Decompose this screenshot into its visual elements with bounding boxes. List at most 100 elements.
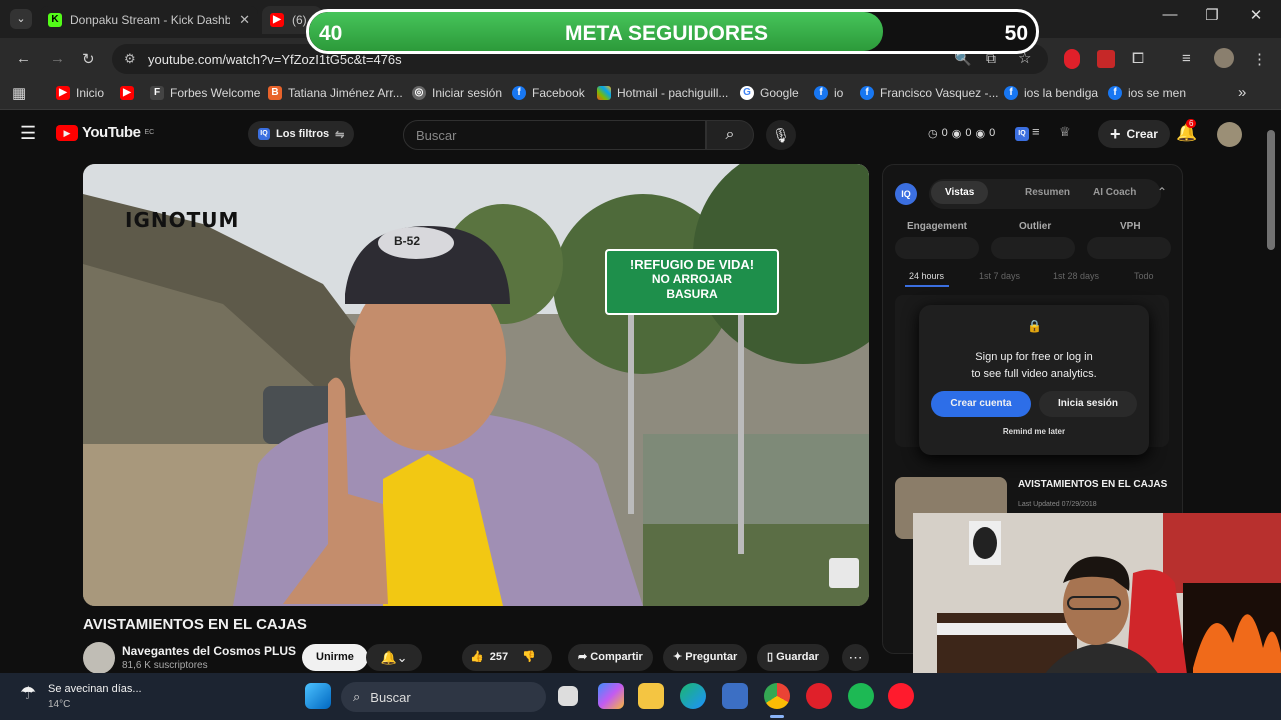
bookmark-francisco[interactable]: f Francisco Vasquez -... — [860, 86, 999, 100]
save-button[interactable]: ▯ Guardar — [757, 644, 829, 671]
create-label: Crear — [1126, 127, 1158, 141]
video-player[interactable]: IGNOTUM B-52 !REFUGIO DE VIDA! NO ARROJA… — [83, 164, 869, 606]
logo-text: YouTube — [82, 124, 141, 141]
filters-button[interactable]: IQ Los filtros ⇋ — [248, 121, 355, 147]
range-7d[interactable]: 1st 7 days — [979, 271, 1020, 281]
taskbar-search[interactable]: ⌕ Buscar — [341, 682, 546, 712]
range-all[interactable]: Todo — [1134, 271, 1154, 281]
forward-icon[interactable]: → — [50, 50, 65, 67]
range-24h[interactable]: 24 hours — [909, 271, 944, 281]
stat-value: 0 — [965, 127, 972, 139]
search-input[interactable]: Buscar — [403, 120, 706, 150]
edge-icon[interactable] — [680, 683, 706, 709]
more-actions-button[interactable]: ⋯ — [842, 644, 869, 671]
remind-later-link[interactable]: Remind me later — [919, 427, 1149, 436]
iq-icon[interactable]: IQ — [1015, 127, 1029, 141]
bookmark-google[interactable]: G Google — [740, 86, 799, 100]
apps-grid-icon[interactable]: ▦ — [12, 84, 26, 102]
signup-line: to see full video analytics. — [971, 368, 1097, 380]
copilot-icon[interactable] — [598, 683, 624, 709]
app-red-icon[interactable] — [806, 683, 832, 709]
subscribe-bell-button[interactable]: 🔔⌄ — [366, 644, 422, 671]
bookmark-label: Forbes Welcome — [170, 86, 261, 100]
youtube-play-icon: ▶ — [56, 124, 78, 141]
range-active-indicator — [905, 285, 949, 287]
channel-avatar[interactable] — [83, 642, 115, 674]
analytics-tabs: Vistas Resumen AI Coach — [929, 179, 1161, 209]
menu-icon[interactable]: ⋮ — [1252, 50, 1267, 68]
bookmark-iniciar-sesion[interactable]: ◎ Iniciar sesión — [412, 86, 502, 100]
tab-kick-dashboard[interactable]: K Donpaku Stream - Kick Dashbo ✕ — [40, 6, 258, 34]
join-button[interactable]: Unirme — [302, 644, 368, 671]
bookmark-label: Facebook — [532, 86, 585, 100]
file-explorer-icon[interactable] — [638, 683, 664, 709]
reload-icon[interactable]: ↻ — [82, 50, 95, 68]
ask-button[interactable]: ✦ Preguntar — [663, 644, 748, 671]
dislike-icon[interactable]: 👎 — [522, 644, 536, 671]
spotify-icon[interactable] — [848, 683, 874, 709]
globe-icon: ◎ — [412, 86, 426, 100]
goal-current: 40 — [319, 22, 343, 45]
tab-vistas[interactable]: Vistas — [931, 181, 989, 204]
eye-icon: ◉ — [975, 128, 986, 140]
create-account-button[interactable]: Crear cuenta — [931, 391, 1031, 417]
metric-label: Engagement — [907, 221, 968, 232]
weather-title[interactable]: Se avecinan días... — [48, 683, 142, 695]
create-button[interactable]: + Crear — [1098, 120, 1170, 148]
search-icon: ⌕ — [353, 689, 361, 704]
sliders-icon: ⇋ — [335, 128, 345, 141]
youtube-logo[interactable]: ▶ YouTube EC — [56, 124, 154, 141]
collapse-icon[interactable]: ⌃ — [1157, 185, 1167, 199]
extensions-puzzle-icon[interactable]: ⧠ — [1132, 50, 1144, 67]
minimize-icon[interactable]: — — [1150, 6, 1190, 23]
stat-value: 0 — [989, 127, 996, 139]
bookmark-tatiana[interactable]: B Tatiana Jiménez Arr... — [268, 86, 403, 100]
bookmark-ios-la-bendiga[interactable]: f ios la bendiga — [1004, 86, 1098, 100]
facebook-icon: f — [512, 86, 526, 100]
tab-title: (6) — [292, 13, 307, 27]
share-button[interactable]: ➦ Compartir — [568, 644, 653, 671]
close-window-icon[interactable]: ✕ — [1236, 6, 1276, 24]
profile-avatar[interactable] — [1214, 48, 1234, 68]
extension-shield-icon[interactable] — [1064, 49, 1080, 69]
chrome-icon[interactable] — [764, 683, 790, 709]
maximize-icon[interactable]: ❐ — [1192, 6, 1232, 24]
account-avatar[interactable] — [1217, 122, 1242, 147]
search-icon: ⌕ — [725, 126, 735, 143]
bookmark-inicio[interactable]: ▶ Inicio — [56, 86, 104, 100]
windows-start-icon[interactable] — [305, 683, 331, 709]
bookmark-ios-se-men[interactable]: f ios se men — [1108, 86, 1186, 100]
award-icon[interactable]: ♕ — [1059, 124, 1071, 140]
voice-search-button[interactable]: 🎙 — [766, 120, 796, 150]
tab-ai-coach[interactable]: AI Coach — [1079, 181, 1150, 204]
task-view-icon[interactable] — [558, 686, 578, 706]
back-icon[interactable]: ← — [16, 50, 31, 67]
close-tab-icon[interactable]: ✕ — [239, 12, 250, 28]
tab-resumen[interactable]: Resumen — [1011, 181, 1084, 204]
metric-label: Outlier — [1019, 221, 1052, 232]
bookmark-hotmail[interactable]: Hotmail - pachiguill... — [597, 86, 728, 100]
store-icon[interactable] — [722, 683, 748, 709]
extension-badge-icon[interactable] — [1097, 50, 1115, 68]
site-info-icon[interactable]: ⚙ — [124, 51, 136, 67]
windows-taskbar: ☂ Se avecinan días... 14°C ⌕ Buscar — [0, 673, 1281, 720]
search-button[interactable]: ⌕ — [706, 120, 754, 150]
cap-text: B-52 — [394, 234, 421, 248]
channel-name[interactable]: Navegantes del Cosmos PLUS — [122, 644, 296, 658]
hamburger-menu-icon[interactable]: ☰ — [20, 123, 36, 144]
bookmark-facebook[interactable]: f Facebook — [512, 86, 585, 100]
login-button[interactable]: Inicia sesión — [1039, 391, 1137, 417]
media-control-icon[interactable]: ≡ — [1182, 50, 1191, 67]
page-scrollbar[interactable] — [1267, 130, 1275, 250]
opera-icon[interactable] — [888, 683, 914, 709]
bookmark-forbes[interactable]: F Forbes Welcome — [150, 86, 260, 100]
list-icon[interactable]: ≡ — [1032, 124, 1040, 139]
bookmark-youtube[interactable]: ▶ — [120, 86, 134, 100]
range-28d[interactable]: 1st 28 days — [1053, 271, 1099, 281]
like-icon[interactable]: 👍 — [470, 644, 484, 671]
tab-search-icon[interactable]: ⌄ — [10, 9, 32, 29]
sign-line: NO ARROJAR — [651, 272, 733, 286]
bookmark-io[interactable]: f io — [814, 86, 843, 100]
more-bookmarks-icon[interactable]: » — [1238, 84, 1246, 101]
related-video-title[interactable]: AVISTAMIENTOS EN EL CAJAS — [1018, 479, 1167, 490]
